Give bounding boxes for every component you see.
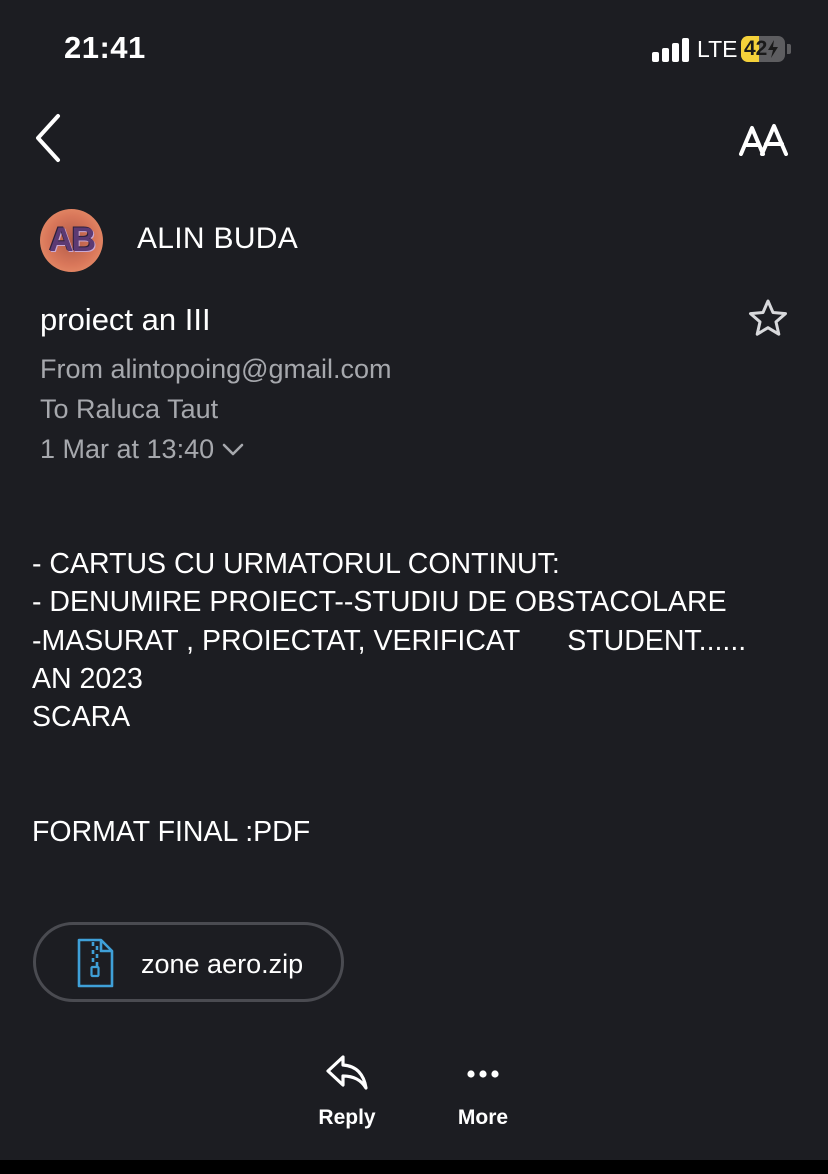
body-line: - DENUMIRE PROIECT--STUDIU DE OBSTACOLAR…	[32, 586, 727, 618]
from-line: From alintopoing@gmail.com	[40, 354, 392, 384]
chevron-left-icon	[36, 114, 60, 162]
attachment-chip[interactable]: zone aero.zip	[33, 922, 344, 1002]
to-line: To Raluca Taut	[40, 394, 219, 424]
star-outline-icon	[749, 299, 787, 336]
more-label: More	[457, 1106, 509, 1129]
reply-icon	[326, 1055, 368, 1090]
date-details-toggle[interactable]: 1 Mar at 13:40	[40, 434, 244, 465]
email-date: 1 Mar at 13:40	[40, 434, 215, 464]
battery-tip	[787, 44, 791, 54]
signal-strength-icon	[652, 38, 689, 62]
email-subject: proiect an III	[40, 302, 211, 337]
chevron-down-icon	[222, 443, 244, 455]
avatar-initials: AB	[48, 221, 96, 259]
sender-name[interactable]: ALIN BUDA	[137, 222, 298, 256]
status-time: 21:41	[64, 30, 146, 65]
charging-bolt-icon	[768, 40, 779, 58]
more-button[interactable]: More	[441, 1052, 525, 1134]
star-button[interactable]	[747, 297, 789, 339]
zip-file-icon	[77, 938, 114, 988]
battery-level: 42	[741, 36, 785, 62]
bottom-toolbar-edge	[0, 1160, 828, 1174]
network-type: LTE	[697, 36, 738, 62]
back-button[interactable]	[30, 108, 70, 168]
body-line: -MASURAT , PROIECTAT, VERIFICAT STUDENT.…	[32, 625, 747, 657]
reply-label: Reply	[318, 1106, 376, 1129]
attachment-name: zone aero.zip	[141, 949, 304, 979]
body-line: - CARTUS CU URMATORUL CONTINUT:	[32, 548, 560, 580]
battery-icon: 42	[741, 36, 785, 62]
body-line: AN 2023	[32, 663, 143, 695]
body-line: FORMAT FINAL :PDF	[32, 816, 311, 848]
text-size-button[interactable]	[738, 122, 790, 156]
text-size-icon	[739, 124, 788, 156]
body-line: SCARA	[32, 701, 131, 733]
more-horizontal-icon	[467, 1070, 499, 1078]
reply-button[interactable]: Reply	[305, 1052, 389, 1134]
avatar[interactable]: AB	[40, 209, 103, 272]
